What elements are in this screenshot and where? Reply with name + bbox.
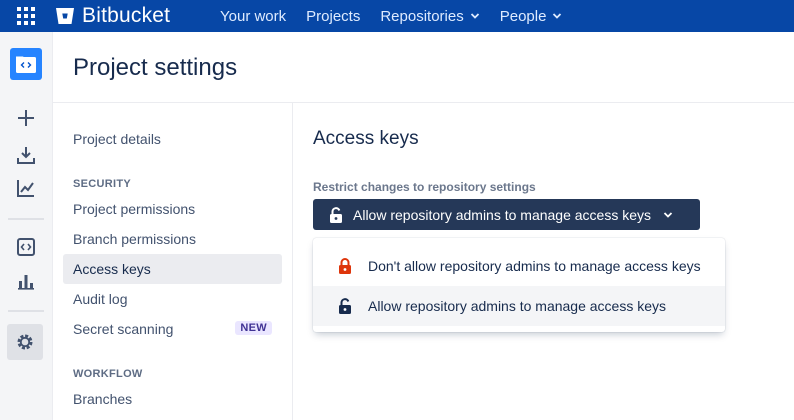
option-label: Allow repository admins to manage access… bbox=[368, 298, 667, 314]
section-title: Access keys bbox=[313, 128, 419, 149]
nav-projects-label: Projects bbox=[306, 7, 361, 25]
workflow-heading: WORKFLOW bbox=[73, 368, 143, 380]
app-switcher-icon[interactable] bbox=[17, 7, 35, 25]
settings-nav-label: Branches bbox=[73, 391, 133, 407]
chevron-down-icon bbox=[470, 13, 479, 19]
create-icon[interactable] bbox=[10, 102, 42, 134]
restrict-field-label: Restrict changes to repository settings bbox=[313, 180, 536, 194]
nav-people[interactable]: People bbox=[500, 8, 563, 25]
chevron-down-icon bbox=[553, 13, 562, 19]
security-heading: SECURITY bbox=[73, 178, 132, 190]
settings-nav-project-details[interactable]: Project details bbox=[63, 124, 282, 154]
option-label: Don't allow repository admins to manage … bbox=[368, 258, 701, 274]
header-divider bbox=[53, 102, 794, 103]
top-navigation-bar: Bitbucket Your work Projects Repositorie… bbox=[0, 0, 794, 32]
insights-icon[interactable] bbox=[10, 172, 42, 204]
bitbucket-logo-icon bbox=[56, 8, 74, 24]
locked-icon bbox=[339, 258, 351, 274]
code-icon[interactable] bbox=[10, 231, 42, 263]
project-avatar-icon[interactable] bbox=[10, 48, 42, 80]
select-value: Allow repository admins to manage access… bbox=[353, 206, 652, 223]
global-sidebar bbox=[0, 32, 53, 420]
settings-icon[interactable] bbox=[7, 324, 43, 360]
access-keys-dropdown-menu: Don't allow repository admins to manage … bbox=[313, 238, 725, 332]
settings-nav-label: Project permissions bbox=[73, 201, 196, 217]
option-allow[interactable]: Allow repository admins to manage access… bbox=[313, 286, 725, 326]
unlocked-icon bbox=[339, 298, 351, 314]
nav-projects[interactable]: Projects bbox=[306, 8, 360, 25]
bitbucket-logo[interactable]: Bitbucket bbox=[55, 4, 170, 28]
nav-people-label: People bbox=[499, 7, 547, 25]
page-title: Project settings bbox=[73, 54, 238, 81]
reports-icon[interactable] bbox=[10, 265, 42, 297]
unlocked-icon bbox=[330, 206, 342, 223]
chevron-down-icon bbox=[663, 211, 673, 218]
sidebar-divider bbox=[8, 310, 44, 312]
settings-nav-secret-scanning[interactable]: Secret scanning NEW bbox=[63, 314, 282, 344]
nav-repositories-label: Repositories bbox=[380, 7, 464, 25]
import-icon[interactable] bbox=[10, 139, 42, 171]
new-badge: NEW bbox=[235, 321, 272, 335]
nav-your-work-label: Your work bbox=[220, 7, 287, 25]
settings-nav-label: Project details bbox=[73, 131, 161, 147]
sidebar-divider bbox=[8, 218, 44, 220]
settings-nav-label: Branch permissions bbox=[73, 231, 196, 247]
settings-nav-label: Secret scanning bbox=[73, 321, 174, 337]
settings-nav-audit-log[interactable]: Audit log bbox=[63, 284, 282, 314]
settings-nav-label: Access keys bbox=[73, 261, 151, 277]
settings-nav-branch-permissions[interactable]: Branch permissions bbox=[63, 224, 282, 254]
settings-nav-label: Audit log bbox=[73, 291, 128, 307]
access-keys-select[interactable]: Allow repository admins to manage access… bbox=[313, 199, 700, 230]
settings-nav-divider bbox=[292, 103, 293, 420]
nav-your-work[interactable]: Your work bbox=[220, 8, 286, 25]
option-dont-allow[interactable]: Don't allow repository admins to manage … bbox=[313, 246, 725, 286]
settings-nav-project-permissions[interactable]: Project permissions bbox=[63, 194, 282, 224]
settings-nav-branches[interactable]: Branches bbox=[63, 384, 282, 414]
app-name: Bitbucket bbox=[82, 4, 171, 27]
settings-nav-access-keys[interactable]: Access keys bbox=[63, 254, 282, 284]
primary-nav: Your work Projects Repositories People bbox=[220, 0, 582, 32]
nav-repositories[interactable]: Repositories bbox=[380, 8, 479, 25]
